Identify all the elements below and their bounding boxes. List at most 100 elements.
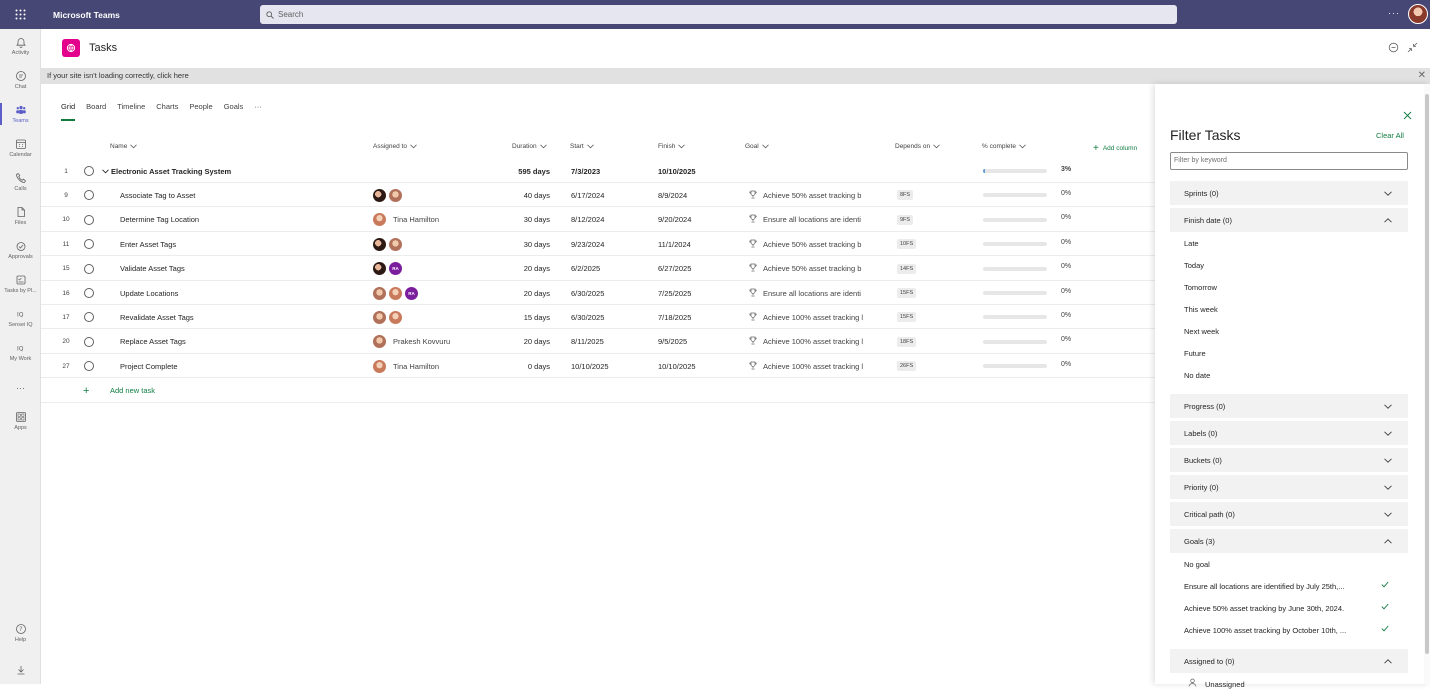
rail-item-calendar[interactable]: Calendar (0, 131, 41, 165)
duration-cell[interactable]: 20 days (511, 257, 550, 281)
duration-cell[interactable]: 30 days (511, 208, 550, 232)
depends-cell[interactable]: 26FS (897, 354, 917, 378)
avatar[interactable] (373, 237, 386, 251)
table-row[interactable]: 27 Project Complete Tina Hamilton 0 days 10/… (41, 354, 1155, 379)
chat-bubble-icon[interactable] (1388, 42, 1399, 53)
rail-item-tasks-by-pl[interactable]: Tasks by Pl... (0, 267, 41, 301)
start-date-cell[interactable]: 6/17/2024 (571, 183, 604, 207)
finish-date-cell[interactable]: 10/10/2025 (658, 159, 696, 183)
rail-item-help[interactable]: ? Help (0, 616, 41, 650)
banner-text[interactable]: If your site isn't loading correctly, cl… (47, 71, 189, 80)
site-loading-banner[interactable]: If your site isn't loading correctly, cl… (41, 68, 1430, 84)
tab-people[interactable]: People (189, 102, 212, 111)
start-date-cell[interactable]: 9/23/2024 (571, 232, 604, 256)
assignees[interactable] (373, 232, 405, 256)
chevron-down-icon[interactable] (102, 167, 109, 176)
task-name[interactable]: Update Locations (120, 281, 178, 305)
filter-option[interactable]: No goal (1184, 560, 1210, 569)
column-header-assigned[interactable]: Assigned to (373, 143, 417, 150)
assignees[interactable] (373, 305, 405, 329)
assignees[interactable]: Tina Hamilton (373, 354, 439, 378)
start-date-cell[interactable]: 7/3/2023 (571, 159, 600, 183)
chevron-up-icon[interactable] (1384, 537, 1392, 546)
assignees[interactable]: Tina Hamilton (373, 208, 439, 232)
finish-date-cell[interactable]: 9/5/2025 (658, 330, 687, 354)
goal-cell[interactable]: Achieve 50% asset tracking b (749, 183, 873, 207)
duration-cell[interactable]: 595 days (511, 159, 550, 183)
tab-charts[interactable]: Charts (156, 102, 178, 111)
start-date-cell[interactable]: 8/12/2024 (571, 208, 604, 232)
chevron-down-icon[interactable] (1384, 189, 1392, 198)
tab-goals[interactable]: Goals (224, 102, 244, 111)
rail-item-teams[interactable]: Teams (0, 97, 41, 131)
filter-section-priority[interactable]: Priority (0) (1170, 475, 1408, 499)
assignees[interactable] (373, 183, 405, 207)
table-row[interactable]: 15 Validate Asset Tags RA 20 days 6/2/2025 6/… (41, 257, 1155, 281)
depends-cell[interactable]: 14FS (897, 257, 917, 281)
rail-item-apps[interactable]: Apps (0, 404, 41, 438)
close-icon[interactable]: ✕ (1418, 68, 1426, 84)
task-name[interactable]: Determine Tag Location (120, 208, 199, 232)
duration-cell[interactable]: 20 days (511, 281, 550, 305)
avatar[interactable]: RA (389, 262, 402, 276)
start-date-cell[interactable]: 6/2/2025 (571, 257, 600, 281)
chevron-up-icon[interactable] (1384, 216, 1392, 225)
complete-checkbox[interactable] (84, 281, 94, 305)
add-task-row[interactable]: + Add new task (41, 379, 1155, 403)
finish-date-cell[interactable]: 7/25/2025 (658, 281, 691, 305)
chevron-down-icon[interactable] (1384, 429, 1392, 438)
assignees[interactable]: RA (373, 281, 421, 305)
task-name[interactable]: Project Complete (120, 354, 178, 378)
search-input[interactable]: Search (260, 5, 1177, 24)
duration-cell[interactable]: 0 days (511, 354, 550, 378)
assignees[interactable]: Prakesh Kovvuru (373, 330, 450, 354)
column-header-finish[interactable]: Finish (658, 143, 686, 150)
complete-checkbox[interactable] (84, 354, 94, 378)
filter-section-assigned-to[interactable]: Assigned to (0) (1170, 649, 1408, 673)
table-row[interactable]: 20 Replace Asset Tags Prakesh Kovvuru 20 da… (41, 330, 1155, 354)
tab-board[interactable]: Board (86, 102, 106, 111)
depends-cell[interactable]: 18FS (897, 330, 917, 354)
goal-cell[interactable]: Ensure all locations are identi (749, 281, 873, 305)
panel-scrollbar[interactable] (1424, 84, 1430, 684)
finish-date-cell[interactable]: 11/1/2024 (658, 232, 691, 256)
filter-option[interactable]: Ensure all locations are identified by J… (1184, 581, 1389, 591)
add-new-task-button[interactable]: Add new task (110, 379, 155, 403)
filter-option[interactable]: Future (1184, 349, 1206, 358)
avatar[interactable] (373, 310, 386, 324)
column-header-depends[interactable]: Depends on (895, 143, 940, 150)
filter-section-critical-path[interactable]: Critical path (0) (1170, 502, 1408, 526)
goal-cell[interactable]: Achieve 50% asset tracking b (749, 257, 873, 281)
table-row[interactable]: 9 Associate Tag to Asset 40 days 6/17/2024 8… (41, 183, 1155, 208)
filter-option[interactable]: Late (1184, 239, 1199, 248)
rail-item-calls[interactable]: Calls (0, 165, 41, 199)
complete-checkbox[interactable] (84, 330, 94, 354)
filter-section-progress[interactable]: Progress (0) (1170, 394, 1408, 418)
start-date-cell[interactable]: 6/30/2025 (571, 305, 604, 329)
avatar[interactable] (373, 188, 386, 202)
goal-cell[interactable]: Achieve 100% asset tracking l (749, 354, 873, 378)
avatar[interactable] (389, 237, 402, 251)
rail-item-[interactable]: ··· (0, 370, 41, 404)
chevron-down-icon[interactable] (1384, 510, 1392, 519)
rail-item-activity[interactable]: Activity (0, 29, 41, 63)
depends-cell[interactable]: 10FS (897, 232, 917, 256)
avatar[interactable] (389, 310, 402, 324)
close-filter-icon[interactable] (1403, 111, 1412, 120)
depends-cell[interactable]: 15FS (897, 281, 917, 305)
avatar[interactable] (373, 359, 386, 373)
complete-checkbox[interactable] (84, 183, 94, 207)
start-date-cell[interactable]: 8/11/2025 (571, 330, 604, 354)
duration-cell[interactable]: 15 days (511, 305, 550, 329)
download-button[interactable] (0, 653, 41, 687)
column-header-goal[interactable]: Goal (745, 143, 769, 150)
start-date-cell[interactable]: 10/10/2025 (571, 354, 609, 378)
depends-cell[interactable]: 15FS (897, 305, 917, 329)
plus-icon[interactable]: + (83, 379, 89, 403)
chevron-up-icon[interactable] (1384, 657, 1392, 666)
chevron-down-icon[interactable] (1384, 402, 1392, 411)
finish-date-cell[interactable]: 6/27/2025 (658, 257, 691, 281)
filter-option[interactable]: This week (1184, 305, 1218, 314)
profile-avatar[interactable] (1408, 4, 1428, 24)
complete-checkbox[interactable] (84, 159, 94, 183)
